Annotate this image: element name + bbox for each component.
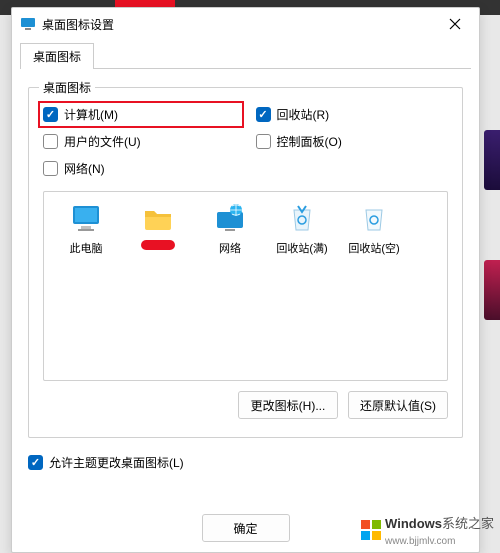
checkbox-network-row: 网络(N) (43, 160, 236, 177)
fieldset-legend: 桌面图标 (39, 79, 95, 96)
dialog-title: 桌面图标设置 (42, 16, 439, 33)
checkbox-userdocs-label: 用户的文件(U) (64, 133, 141, 150)
checkbox-control[interactable] (256, 134, 271, 149)
checkbox-network[interactable] (43, 161, 58, 176)
icon-recycle-full-label: 回收站(满) (276, 240, 327, 256)
icon-this-pc-label: 此电脑 (70, 240, 103, 256)
checkbox-userdocs[interactable] (43, 134, 58, 149)
tab-strip: 桌面图标 (12, 42, 479, 68)
app-icon (20, 16, 36, 32)
change-icon-button[interactable]: 更改图标(H)... (238, 391, 338, 419)
icon-redacted[interactable] (122, 202, 194, 256)
checkbox-control-row: 控制面板(O) (256, 133, 449, 150)
icon-preview-area[interactable]: 此电脑 网络 (43, 191, 448, 381)
recycle-full-icon (286, 202, 318, 234)
monitor-icon (70, 202, 102, 234)
icon-recycle-empty[interactable]: 回收站(空) (338, 202, 410, 256)
close-button[interactable] (439, 12, 471, 36)
desktop-icon-settings-dialog: 桌面图标设置 桌面图标 桌面图标 计算机(M) 回收站(R) 用户的文件 (11, 7, 480, 553)
checkbox-computer-label: 计算机(M) (64, 106, 118, 123)
checkbox-computer-row: 计算机(M) (38, 101, 244, 128)
icon-this-pc[interactable]: 此电脑 (50, 202, 122, 256)
network-icon (214, 202, 246, 234)
desktop-icons-fieldset: 桌面图标 计算机(M) 回收站(R) 用户的文件(U) 控制面板(O) (28, 87, 463, 438)
icon-recycle-full[interactable]: 回收站(满) (266, 202, 338, 256)
close-icon (449, 18, 461, 30)
checkbox-network-label: 网络(N) (64, 160, 105, 177)
checkbox-userdocs-row: 用户的文件(U) (43, 133, 236, 150)
checkbox-recycle[interactable] (256, 107, 271, 122)
tab-desktop-icons[interactable]: 桌面图标 (20, 43, 94, 69)
icon-network[interactable]: 网络 (194, 202, 266, 256)
checkbox-recycle-label: 回收站(R) (277, 106, 330, 123)
recycle-empty-icon (358, 202, 390, 234)
dialog-content: 桌面图标 计算机(M) 回收站(R) 用户的文件(U) 控制面板(O) (12, 69, 479, 479)
background-thumbnails (480, 70, 500, 470)
redacted-label (141, 240, 175, 250)
icon-network-label: 网络 (219, 240, 241, 256)
checkbox-allow-theme[interactable] (28, 455, 43, 470)
allow-theme-row: 允许主题更改桌面图标(L) (28, 454, 463, 471)
checkbox-allow-theme-label: 允许主题更改桌面图标(L) (49, 454, 184, 471)
ok-button[interactable]: 确定 (202, 514, 290, 542)
folder-icon (142, 202, 174, 234)
restore-default-button[interactable]: 还原默认值(S) (348, 391, 448, 419)
checkbox-computer[interactable] (43, 107, 58, 122)
checkbox-control-label: 控制面板(O) (277, 133, 342, 150)
icon-recycle-empty-label: 回收站(空) (348, 240, 399, 256)
titlebar: 桌面图标设置 (12, 8, 479, 40)
checkbox-recycle-row: 回收站(R) (256, 106, 449, 123)
